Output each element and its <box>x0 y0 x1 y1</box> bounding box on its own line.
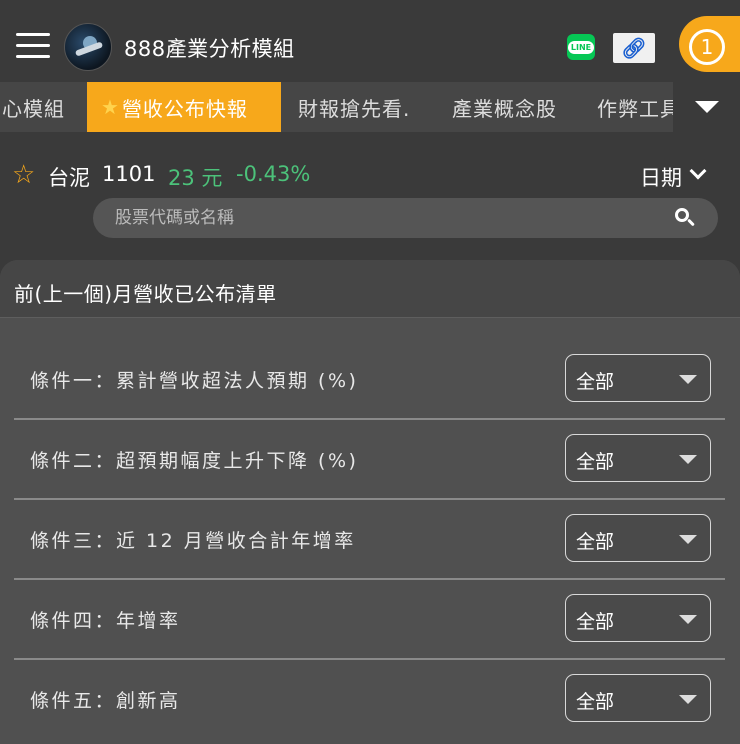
chevron-down-icon[interactable] <box>689 162 707 180</box>
search-icon[interactable] <box>675 208 695 227</box>
line-share-button[interactable]: LINE <box>567 34 595 60</box>
select-value: 全部 <box>576 611 615 633</box>
tab-label: 作弊工具 <box>597 96 681 121</box>
tab-label: 產業概念股 <box>452 96 557 121</box>
stock-change: -0.43% <box>236 162 311 186</box>
select-value: 全部 <box>576 451 615 473</box>
caret-down-icon <box>679 695 697 704</box>
tab-0[interactable]: 心模組 <box>0 82 84 132</box>
condition-label: 條件一：累計營收超法人預期 (%) <box>30 370 359 392</box>
star-icon: ★ <box>101 95 120 119</box>
condition-label: 條件五：創新高 <box>30 690 181 712</box>
app-logo[interactable] <box>64 23 112 71</box>
condition-4-select[interactable]: 全部 <box>565 594 711 642</box>
line-icon: LINE <box>567 40 595 54</box>
panel-title: 前(上一個)月營收已公布清單 <box>14 282 277 306</box>
condition-row-5: 條件五：創新高 全部 <box>14 660 725 740</box>
search-input[interactable] <box>115 198 655 238</box>
tab-label: 心模組 <box>2 96 65 121</box>
condition-row-4: 條件四：年增率 全部 <box>14 580 725 660</box>
condition-row-1: 條件一：累計營收超法人預期 (%) 全部 <box>14 340 725 420</box>
condition-2-select[interactable]: 全部 <box>565 434 711 482</box>
stock-price: 23 元 <box>168 166 223 190</box>
condition-1-select[interactable]: 全部 <box>565 354 711 402</box>
revenue-filter-panel: 前(上一個)月營收已公布清單 條件一：累計營收超法人預期 (%) 全部 條件二：… <box>0 260 740 744</box>
condition-5-select[interactable]: 全部 <box>565 674 711 722</box>
caret-down-icon <box>679 455 697 464</box>
app-title: 888產業分析模組 <box>124 37 295 61</box>
condition-label: 條件四：年增率 <box>30 610 181 632</box>
link-icon: 🔗︎ <box>621 36 647 60</box>
tab-label: 財報搶先看. <box>298 96 411 121</box>
stock-info-row: ☆ 台泥 1101 23 元 -0.43% 日期 <box>0 152 740 196</box>
condition-label: 條件三：近 12 月營收合計年增率 <box>30 530 356 552</box>
stock-name: 台泥 <box>48 166 90 190</box>
condition-label: 條件二：超預期幅度上升下降 (%) <box>30 450 359 472</box>
search-bar <box>93 198 718 238</box>
caret-down-icon <box>679 615 697 624</box>
caret-down-icon <box>679 375 697 384</box>
select-value: 全部 <box>576 691 615 713</box>
condition-3-select[interactable]: 全部 <box>565 514 711 562</box>
caret-down-icon <box>679 535 697 544</box>
stock-code: 1101 <box>102 162 156 186</box>
notification-count[interactable]: 1 <box>689 29 725 65</box>
select-value: 全部 <box>576 371 615 393</box>
tab-1[interactable]: ★ 營收公布快報 <box>87 82 281 132</box>
condition-row-2: 條件二：超預期幅度上升下降 (%) 全部 <box>14 420 725 500</box>
date-dropdown[interactable]: 日期 <box>640 162 682 192</box>
category-tabs: 心模組 ★ 營收公布快報 財報搶先看. 產業概念股 作弊工具 <box>0 82 740 132</box>
hamburger-menu-icon[interactable] <box>16 33 50 59</box>
tabs-more-button[interactable] <box>673 82 740 132</box>
condition-row-3: 條件三：近 12 月營收合計年增率 全部 <box>14 500 725 580</box>
app-header: 888產業分析模組 LINE 🔗︎ 1 <box>0 0 740 82</box>
select-value: 全部 <box>576 531 615 553</box>
copy-link-button[interactable]: 🔗︎ <box>613 33 655 63</box>
chevron-down-icon <box>694 101 719 113</box>
tab-3[interactable]: 產業概念股 <box>452 82 582 132</box>
favorite-star-icon[interactable]: ☆ <box>12 162 35 188</box>
tab-label: 營收公布快報 <box>121 96 248 121</box>
panel-header: 前(上一個)月營收已公布清單 <box>0 260 740 318</box>
tab-2[interactable]: 財報搶先看. <box>298 82 438 132</box>
